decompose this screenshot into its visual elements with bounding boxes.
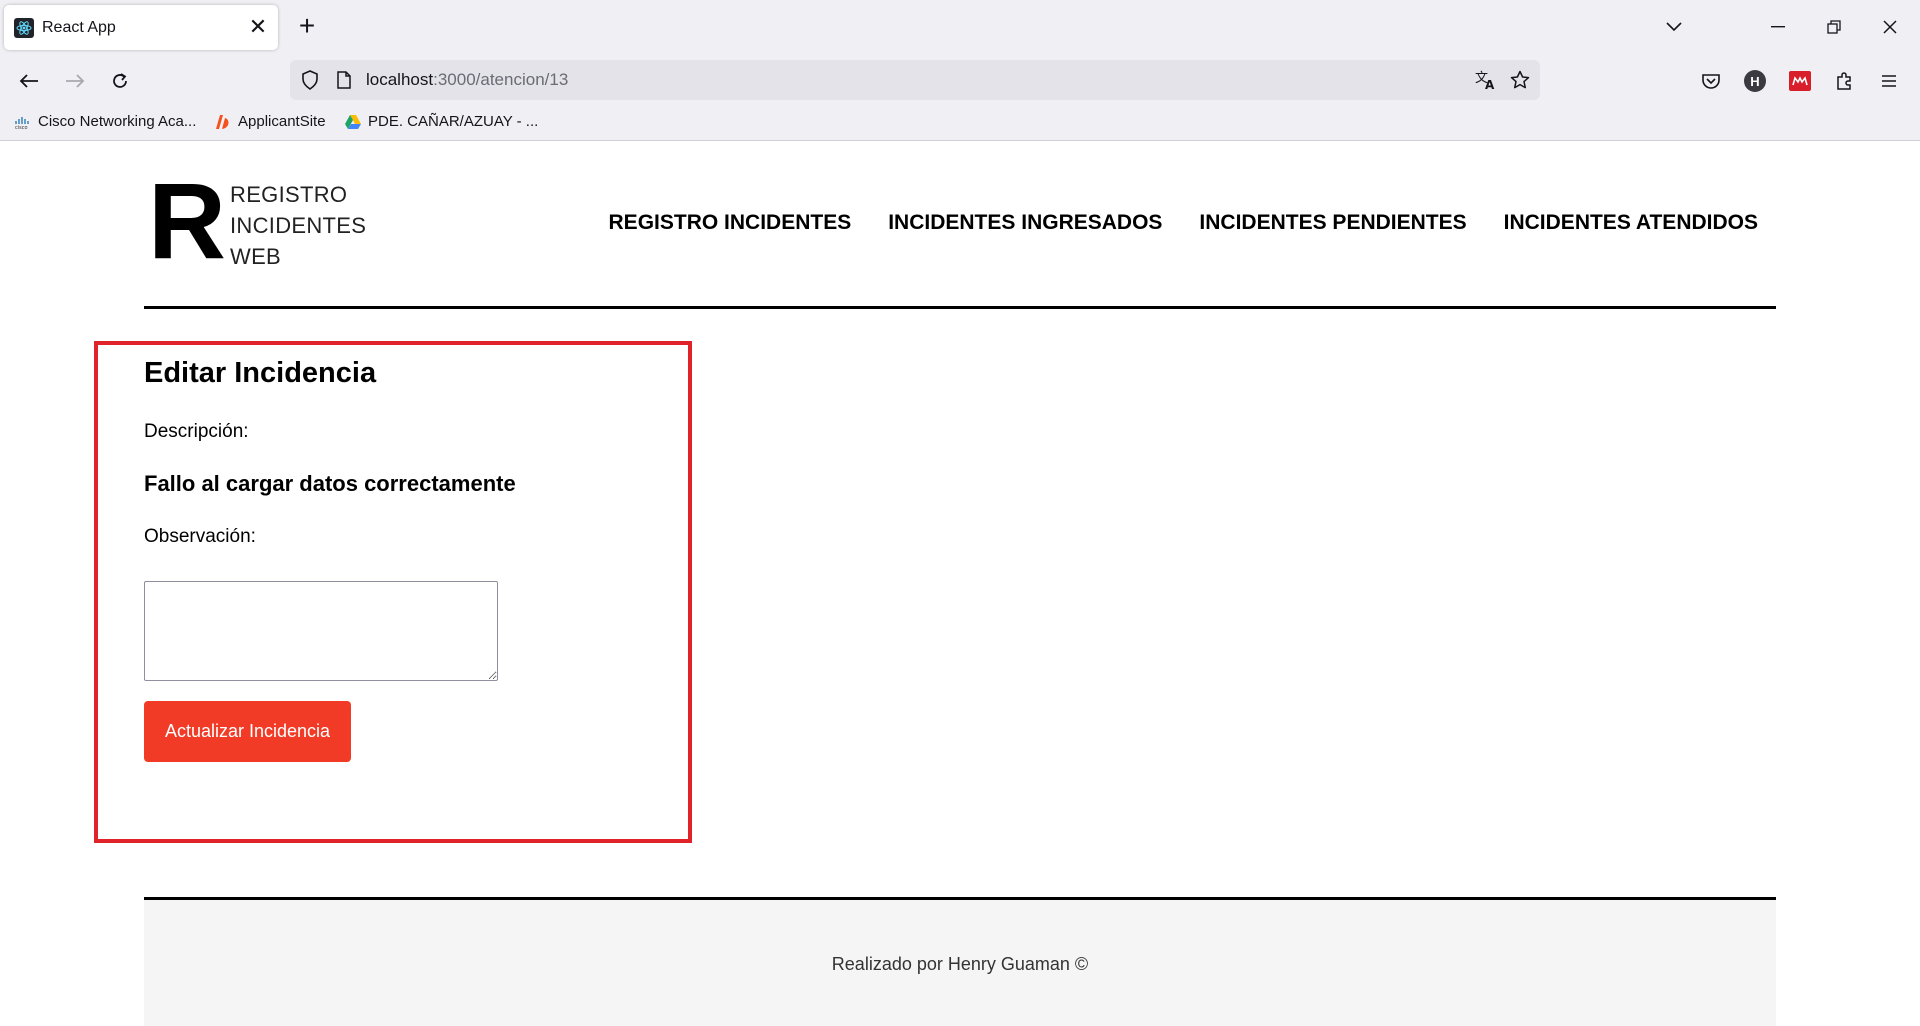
minimize-icon[interactable] bbox=[1758, 10, 1798, 44]
logo-line: WEB bbox=[230, 244, 282, 269]
menu-icon[interactable] bbox=[1872, 64, 1906, 98]
nav-incidentes-pendientes[interactable]: INCIDENTES PENDIENTES bbox=[1199, 211, 1466, 235]
page-icon[interactable] bbox=[332, 68, 356, 92]
bookmark-cisco[interactable]: cisco Cisco Networking Aca... bbox=[14, 113, 196, 130]
footer-text: Realizado por Henry Guaman © bbox=[831, 954, 1089, 974]
description-label: Descripción: bbox=[144, 421, 249, 442]
tab-title: React App bbox=[42, 18, 116, 36]
list-tabs-icon[interactable] bbox=[1654, 10, 1694, 44]
restore-icon[interactable] bbox=[1814, 10, 1854, 44]
cisco-icon: cisco bbox=[14, 114, 32, 130]
update-incident-button[interactable]: Actualizar Incidencia bbox=[144, 701, 351, 762]
bookmark-label: PDE. CAÑAR/AZUAY - ... bbox=[368, 113, 539, 130]
site-header: R REGISTRO INCIDENTES WEB REGISTRO INCID… bbox=[144, 141, 1776, 309]
bookmark-label: Cisco Networking Aca... bbox=[38, 113, 197, 130]
tab-strip: React App ✕ + bbox=[0, 0, 1920, 56]
svg-text:cisco: cisco bbox=[15, 125, 28, 129]
applicantsite-icon bbox=[214, 114, 232, 130]
extensions-icon[interactable] bbox=[1828, 64, 1862, 98]
site-footer: Realizado por Henry Guaman © bbox=[144, 897, 1776, 1026]
navigation-toolbar: localhost:3000/atencion/13 文A H bbox=[0, 56, 1920, 106]
tab-react-app[interactable]: React App ✕ bbox=[4, 5, 278, 50]
bookmark-applicantsite[interactable]: ApplicantSite bbox=[214, 113, 326, 130]
profile-avatar-icon[interactable]: H bbox=[1738, 64, 1772, 98]
profile-letter: H bbox=[1744, 70, 1766, 92]
logo-line: REGISTRO bbox=[230, 182, 348, 207]
tab-close-icon[interactable]: ✕ bbox=[246, 15, 270, 40]
pocket-icon[interactable] bbox=[1694, 64, 1728, 98]
react-icon bbox=[14, 17, 34, 38]
page-content: R REGISTRO INCIDENTES WEB REGISTRO INCID… bbox=[0, 141, 1920, 1026]
main-nav: REGISTRO INCIDENTES INCIDENTES INGRESADO… bbox=[609, 211, 1758, 235]
reload-icon[interactable] bbox=[103, 64, 137, 98]
forward-icon[interactable] bbox=[58, 64, 92, 98]
bookmark-pde[interactable]: PDE. CAÑAR/AZUAY - ... bbox=[344, 113, 538, 130]
google-drive-icon bbox=[344, 114, 362, 130]
browser-chrome: React App ✕ + localhost:3000/atencion/13… bbox=[0, 0, 1920, 141]
url-text[interactable]: localhost:3000/atencion/13 bbox=[366, 70, 568, 90]
back-icon[interactable] bbox=[12, 64, 46, 98]
logo-letter[interactable]: R bbox=[148, 167, 226, 275]
bookmark-label: ApplicantSite bbox=[238, 113, 326, 130]
shield-icon[interactable] bbox=[298, 68, 322, 92]
logo-line: INCIDENTES bbox=[230, 213, 367, 238]
page-title: Editar Incidencia bbox=[144, 357, 377, 389]
url-host: localhost bbox=[366, 70, 434, 89]
observation-label: Observación: bbox=[144, 526, 256, 547]
description-value: Fallo al cargar datos correctamente bbox=[144, 471, 516, 496]
address-bar[interactable]: localhost:3000/atencion/13 文A bbox=[290, 60, 1540, 100]
nav-incidentes-ingresados[interactable]: INCIDENTES INGRESADOS bbox=[888, 211, 1162, 235]
close-window-icon[interactable] bbox=[1870, 10, 1910, 44]
url-path: :3000/atencion/13 bbox=[433, 70, 569, 89]
svg-text:A: A bbox=[1485, 78, 1495, 90]
bookmark-star-icon[interactable] bbox=[1508, 68, 1532, 92]
observation-textarea[interactable] bbox=[144, 581, 498, 681]
mendeley-extension-icon[interactable] bbox=[1783, 64, 1817, 98]
nav-registro-incidentes[interactable]: REGISTRO INCIDENTES bbox=[609, 211, 852, 235]
bookmarks-toolbar: cisco Cisco Networking Aca... ApplicantS… bbox=[0, 106, 1920, 140]
new-tab-button[interactable]: + bbox=[292, 12, 322, 42]
nav-incidentes-atendidos[interactable]: INCIDENTES ATENDIDOS bbox=[1504, 211, 1758, 235]
translate-icon[interactable]: 文A bbox=[1474, 68, 1498, 92]
logo-text[interactable]: REGISTRO INCIDENTES WEB bbox=[230, 179, 366, 272]
